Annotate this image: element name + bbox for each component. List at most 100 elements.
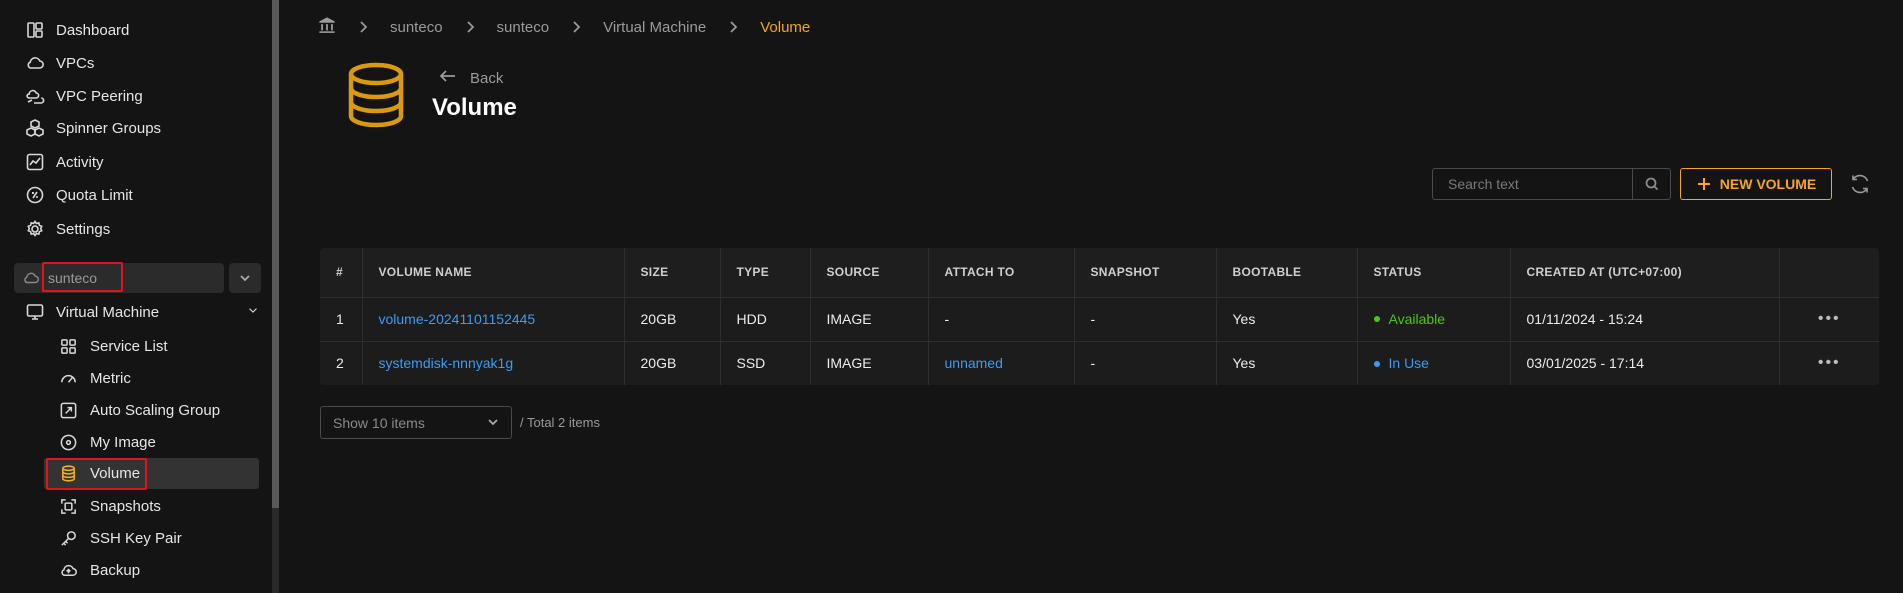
refresh-icon <box>1851 174 1869 194</box>
sidebar-item-vpc-peering[interactable]: VPC Peering <box>24 81 143 111</box>
sidebar-item-label: Auto Scaling Group <box>90 401 221 419</box>
new-volume-label: NEW VOLUME <box>1719 176 1817 192</box>
column-header-status[interactable]: STATUS <box>1357 248 1511 297</box>
scrollbar-thumb[interactable] <box>272 0 279 508</box>
search-box <box>1432 168 1671 200</box>
monitor-icon <box>24 301 46 323</box>
column-header-volume-name[interactable]: VOLUME NAME <box>362 248 625 297</box>
cell-index: 2 <box>320 340 363 385</box>
cell-created-at: 01/11/2024 - 15:24 <box>1510 296 1780 341</box>
sidebar-item-volume[interactable]: Volume <box>44 458 259 489</box>
sidebar-item-dashboard[interactable]: Dashboard <box>24 15 129 45</box>
sidebar-item-service-list[interactable]: Service List <box>58 331 168 361</box>
cell-status: In Use <box>1357 340 1511 385</box>
new-volume-button[interactable]: NEW VOLUME <box>1680 168 1832 200</box>
sidebar-item-virtual-machine[interactable]: Virtual Machine <box>24 297 260 327</box>
sidebar-item-activity[interactable]: Activity <box>24 147 104 177</box>
sidebar: Dashboard VPCs VPC Peering Spinner Group… <box>0 0 272 593</box>
sidebar-item-label: VPCs <box>56 54 95 72</box>
sidebar-item-metric[interactable]: Metric <box>58 363 131 393</box>
chevron-right-icon <box>356 20 370 34</box>
volume-name-link[interactable]: systemdisk-nnnyak1g <box>362 340 625 385</box>
sidebar-item-label: SSH Key Pair <box>90 529 182 547</box>
breadcrumb-current: Volume <box>760 18 811 36</box>
sidebar-item-my-image[interactable]: My Image <box>58 427 156 457</box>
cell-snapshot: - <box>1074 340 1217 385</box>
column-header-bootable[interactable]: BOOTABLE <box>1216 248 1358 297</box>
column-header-source[interactable]: SOURCE <box>810 248 929 297</box>
gauge-icon <box>58 368 78 388</box>
status-dot-icon <box>1373 360 1380 367</box>
page-size-label: Show 10 items <box>333 414 425 431</box>
sidebar-item-label: My Image <box>90 433 156 451</box>
chevron-right-icon <box>463 20 477 34</box>
refresh-button[interactable] <box>1848 172 1872 196</box>
status-dot-icon <box>1373 316 1380 323</box>
grid-icon <box>58 336 78 356</box>
chevron-down-icon <box>246 303 260 321</box>
cell-created-at: 03/01/2025 - 17:14 <box>1510 340 1780 385</box>
status-badge: In Use <box>1388 355 1429 372</box>
cell-source: IMAGE <box>810 296 929 341</box>
page-title: Volume <box>432 94 517 121</box>
table-row: 2 systemdisk-nnnyak1g 20GB SSD IMAGE unn… <box>320 340 1879 385</box>
cell-snapshot: - <box>1074 296 1217 341</box>
more-options-icon[interactable]: ••• <box>1818 310 1841 327</box>
table-row: 1 volume-20241101152445 20GB HDD IMAGE -… <box>320 296 1879 341</box>
table-header-row: # VOLUME NAME SIZE TYPE SOURCE ATTACH TO… <box>320 248 1879 297</box>
cell-bootable: Yes <box>1216 296 1358 341</box>
column-header-type[interactable]: TYPE <box>720 248 811 297</box>
column-header-created-at[interactable]: CREATED AT (UTC+07:00) <box>1510 248 1780 297</box>
back-label: Back <box>470 69 504 87</box>
sidebar-item-label: Dashboard <box>56 21 130 39</box>
sidebar-scrollbar[interactable] <box>272 0 279 593</box>
column-header-index: # <box>320 248 363 297</box>
chart-line-icon <box>24 151 46 173</box>
home-icon[interactable] <box>318 16 336 38</box>
sidebar-item-spinner-groups[interactable]: Spinner Groups <box>24 113 161 143</box>
row-actions: ••• <box>1779 340 1879 385</box>
cloud-backup-icon <box>58 560 78 580</box>
snapshot-icon <box>58 496 78 516</box>
sidebar-item-label: Snapshots <box>90 497 161 515</box>
row-actions: ••• <box>1779 296 1879 341</box>
column-header-size[interactable]: SIZE <box>624 248 721 297</box>
breadcrumb-service[interactable]: Virtual Machine <box>603 19 706 36</box>
project-selector[interactable]: sunteco <box>14 263 224 293</box>
breadcrumb-org[interactable]: sunteco <box>390 19 443 36</box>
more-options-icon[interactable]: ••• <box>1818 354 1841 371</box>
breadcrumb-project[interactable]: sunteco <box>497 19 550 36</box>
disc-icon <box>58 432 78 452</box>
volume-table: # VOLUME NAME SIZE TYPE SOURCE ATTACH TO… <box>320 248 1879 385</box>
cloud-link-icon <box>24 85 46 107</box>
sidebar-item-label: Metric <box>90 369 131 387</box>
sidebar-item-snapshots[interactable]: Snapshots <box>58 491 161 521</box>
project-dropdown-button[interactable] <box>229 263 261 293</box>
status-badge: Available <box>1388 311 1446 327</box>
search-input[interactable] <box>1433 169 1632 199</box>
column-header-attach-to[interactable]: ATTACH TO <box>928 248 1075 297</box>
chevron-down-icon <box>240 275 250 282</box>
column-header-snapshot[interactable]: SNAPSHOT <box>1074 248 1217 297</box>
sidebar-item-label: Spinner Groups <box>56 119 162 137</box>
sidebar-item-label: Volume <box>90 465 141 482</box>
column-header-actions <box>1779 248 1879 297</box>
page-size-select[interactable]: Show 10 items <box>320 406 512 439</box>
sidebar-item-vpcs[interactable]: VPCs <box>24 48 94 78</box>
cell-size: 20GB <box>624 340 721 385</box>
total-items-label: / Total 2 items <box>520 415 600 430</box>
volume-name-link[interactable]: volume-20241101152445 <box>362 296 625 341</box>
cell-type: SSD <box>720 340 811 385</box>
attach-to-link[interactable]: unnamed <box>928 340 1075 385</box>
sidebar-item-quota-limit[interactable]: Quota Limit <box>24 180 133 210</box>
sidebar-item-auto-scaling-group[interactable]: Auto Scaling Group <box>58 395 220 425</box>
sidebar-item-label: Backup <box>90 561 141 579</box>
dashboard-icon <box>24 19 46 41</box>
sidebar-item-settings[interactable]: Settings <box>24 214 110 244</box>
sidebar-item-backup[interactable]: Backup <box>58 555 140 585</box>
sidebar-item-label: Settings <box>56 220 111 238</box>
sidebar-item-ssh-key-pair[interactable]: SSH Key Pair <box>58 523 182 553</box>
search-button[interactable] <box>1632 169 1670 199</box>
gear-icon <box>24 218 46 240</box>
back-button[interactable]: Back <box>438 66 503 90</box>
